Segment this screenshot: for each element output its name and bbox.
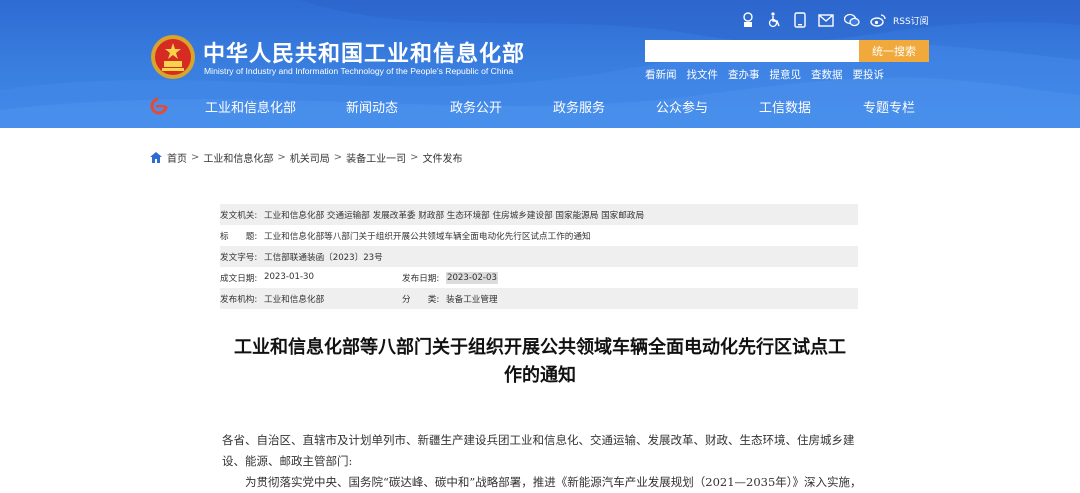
meta-row-org: 发布机构: 工业和信息化部 分 类: 装备工业管理 [220,288,858,309]
meta-row-docno: 发文字号: 工信部联通装函〔2023〕23号 [220,246,858,267]
meta-row-dates: 成文日期: 2023-01-30 发布日期: 2023-02-03 [220,267,858,288]
meta-row-title: 标 题: 工业和信息化部等八部门关于组织开展公共领域车辆全面电动化先行区试点工作… [220,225,858,246]
unified-search-button[interactable]: 统一搜索 [859,40,929,62]
breadcrumb-departments[interactable]: 机关司局 [290,150,330,165]
quick-link-news[interactable]: 看新闻 [645,67,677,82]
nav-item-gov-open[interactable]: 政务公开 [450,97,553,116]
breadcrumb-separator: > [333,152,343,163]
nav-item-data[interactable]: 工信数据 [759,97,863,116]
meta-value: 工业和信息化部 [264,294,325,305]
salutation-line: 各省、自治区、直辖市及计划单列市、新疆生产建设兵团工业和信息化、交通运输、发展改… [222,433,855,447]
breadcrumb-documents[interactable]: 文件发布 [423,150,463,165]
article-title: 工业和信息化部等八部门关于组织开展公共领域车辆全面电动化先行区试点工 作的通知 [220,334,860,390]
nav-item-miit[interactable]: 工业和信息化部 [205,97,346,116]
mail-icon[interactable] [813,10,839,30]
article-body: 各省、自治区、直辖市及计划单列市、新疆生产建设兵团工业和信息化、交通运输、发展改… [222,430,862,493]
meta-label: 成文日期: [220,273,258,284]
quick-link-documents[interactable]: 找文件 [687,67,719,82]
top-utility-icons: RSS订阅 [735,10,929,30]
search-input[interactable] [645,40,859,62]
article-title-line: 工业和信息化部等八部门关于组织开展公共领域车辆全面电动化先行区试点工 [234,337,846,358]
quick-link-services[interactable]: 查办事 [728,67,760,82]
weibo-icon[interactable] [865,10,891,30]
breadcrumb-separator: > [277,152,286,163]
meta-label: 标 题: [220,231,258,242]
meta-value-highlighted: 2023-02-03 [446,271,498,284]
breadcrumb-separator: > [410,152,419,163]
meta-value: 工信部联通装函〔2023〕23号 [264,252,383,263]
nav-item-public[interactable]: 公众参与 [656,97,759,116]
site-subtitle: Ministry of Industry and Information Tec… [204,66,514,76]
meta-value: 工业和信息化部 交通运输部 发展改革委 财政部 生态环境部 住房城乡建设部 国家… [264,210,645,221]
breadcrumb-equipment-dept[interactable]: 装备工业一司 [346,150,406,165]
mobile-phone-icon[interactable] [787,10,813,30]
national-emblem-icon [151,35,195,79]
breadcrumb-miit[interactable]: 工业和信息化部 [203,150,273,165]
meta-value: 装备工业管理 [446,294,498,305]
site-header: 中华人民共和国工业和信息化部 Ministry of Industry and … [0,0,1080,128]
breadcrumb-separator: > [191,152,200,163]
rss-subscribe-link[interactable]: RSS订阅 [893,14,929,27]
quick-link-feedback[interactable]: 提意见 [770,67,802,82]
meta-label: 发文机关: [220,210,258,221]
document-meta-table: 发文机关: 工业和信息化部 交通运输部 发展改革委 财政部 生态环境部 住房城乡… [220,204,858,309]
quick-links: 看新闻 找文件 查办事 提意见 查数据 要投诉 [645,67,884,82]
wechat-icon[interactable] [839,10,865,30]
quick-link-data[interactable]: 查数据 [811,67,843,82]
meta-row-issuer: 发文机关: 工业和信息化部 交通运输部 发展改革委 财政部 生态环境部 住房城乡… [220,204,858,225]
accessibility-robot-icon[interactable] [735,10,761,30]
meta-value: 工业和信息化部等八部门关于组织开展公共领域车辆全面电动化先行区试点工作的通知 [264,231,591,242]
quick-link-complaint[interactable]: 要投诉 [853,67,885,82]
meta-label: 发文字号: [220,252,258,263]
breadcrumb-home[interactable]: 首页 [167,150,187,165]
site-title: 中华人民共和国工业和信息化部 [203,42,526,67]
meta-label: 发布机构: [220,294,258,305]
salutation-line: 设、能源、邮政主管部门: [222,454,353,468]
home-icon [150,152,162,163]
main-nav: 工业和信息化部 新闻动态 政务公开 政务服务 公众参与 工信数据 专题专栏 [205,97,923,116]
nav-item-gov-service[interactable]: 政务服务 [553,97,656,116]
wheelchair-icon[interactable] [761,10,787,30]
meta-label: 发布日期: [402,273,440,284]
breadcrumb: 首页 > 工业和信息化部 > 机关司局 > 装备工业一司 > 文件发布 [150,150,463,165]
meta-value: 2023-01-30 [264,271,314,282]
nav-logo-icon[interactable] [150,97,168,115]
nav-item-topics[interactable]: 专题专栏 [863,97,923,116]
article-title-line: 作的通知 [504,365,576,386]
body-paragraph: 为贯彻落实党中央、国务院“碳达峰、碳中和”战略部署，推进《新能源汽车产业发展规划… [245,475,862,489]
meta-label: 分 类: [402,294,440,305]
nav-item-news[interactable]: 新闻动态 [346,97,450,116]
